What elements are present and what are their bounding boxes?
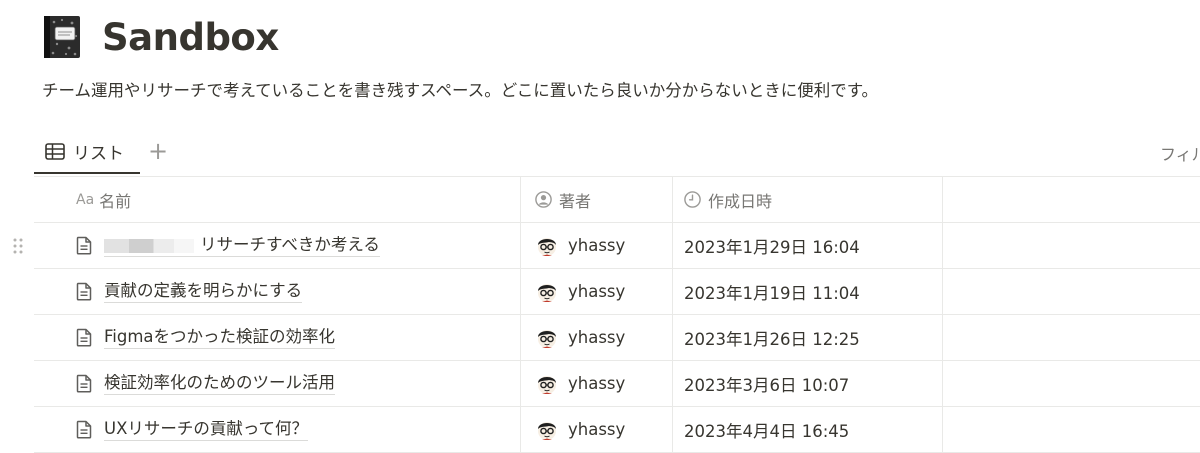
row-author-cell[interactable]: yhassy [520, 315, 672, 360]
author-name: yhassy [568, 328, 626, 347]
table-row[interactable]: 検証効率化のためのツール活用 yhassy 2023年3月6日 10:07 [34, 361, 1200, 407]
column-header-label: 作成日時 [708, 191, 773, 211]
author-name: yhassy [568, 282, 626, 301]
created-time: 2023年1月19日 11:04 [684, 283, 860, 303]
row-title-link[interactable]: Figmaをつかった検証の効率化 [104, 326, 336, 349]
page-description[interactable]: チーム運用やリサーチで考えていることを書き残すスペース。どこに置いたら良いか分か… [42, 77, 878, 101]
row-author-cell[interactable]: yhassy [520, 223, 672, 268]
avatar [535, 418, 559, 442]
row-created-cell[interactable]: 2023年1月19日 11:04 [672, 269, 942, 314]
person-icon [535, 191, 552, 208]
redacted-text [104, 238, 194, 253]
author-name: yhassy [568, 236, 626, 255]
row-created-cell[interactable]: 2023年4月4日 16:45 [672, 407, 942, 452]
row-title-text: リサーチすべきか考える [200, 235, 380, 254]
avatar [535, 280, 559, 304]
row-title-link[interactable]: 検証効率化のためのツール活用 [104, 372, 335, 395]
row-author-cell[interactable]: yhassy [520, 361, 672, 406]
drag-handle-icon[interactable] [12, 237, 24, 255]
table-row[interactable]: リサーチすべきか考える yhassy 2023年1月29日 16:04 [13, 223, 1200, 269]
row-created-cell[interactable]: 2023年3月6日 10:07 [672, 361, 942, 406]
created-time: 2023年1月26日 12:25 [684, 329, 860, 349]
created-time: 2023年4月4日 16:45 [684, 421, 850, 441]
document-icon [76, 374, 92, 393]
row-empty-cell[interactable] [942, 315, 1200, 360]
row-title-cell[interactable]: UXリサーチの貢献って何？ [34, 407, 520, 452]
document-icon [76, 328, 92, 347]
filter-button[interactable]: フィルタ [1160, 141, 1200, 165]
tab-list-label: リスト [73, 144, 124, 164]
column-header-label: 名前 [99, 191, 132, 211]
table-row[interactable]: Figmaをつかった検証の効率化 yhassy 2023年1月26日 12:25 [34, 315, 1200, 361]
row-title-cell[interactable]: 貢献の定義を明らかにする [34, 269, 520, 314]
row-title-link[interactable]: リサーチすべきか考える [104, 234, 380, 257]
page-title[interactable]: Sandbox [102, 16, 279, 59]
avatar [535, 234, 559, 258]
row-title-cell[interactable]: 検証効率化のためのツール活用 [34, 361, 520, 406]
author-name: yhassy [568, 374, 626, 393]
row-created-cell[interactable]: 2023年1月26日 12:25 [672, 315, 942, 360]
row-author-cell[interactable]: yhassy [520, 269, 672, 314]
row-empty-cell[interactable] [942, 269, 1200, 314]
row-empty-cell[interactable] [942, 361, 1200, 406]
column-header-author[interactable]: 著者 [520, 177, 672, 222]
row-title-cell[interactable]: リサーチすべきか考える [34, 223, 520, 268]
row-empty-cell[interactable] [942, 223, 1200, 268]
table-header: Aa 名前 著者 作成日時 [34, 177, 1200, 223]
row-title-link[interactable]: UXリサーチの貢献って何？ [104, 418, 309, 441]
column-header-empty[interactable] [942, 177, 1200, 222]
document-icon [76, 236, 92, 255]
view-tabs: リスト + フィルタ [34, 131, 1200, 176]
add-view-button[interactable]: + [148, 137, 168, 165]
table-row[interactable]: UXリサーチの貢献って何？ yhassy 2023年4月4日 16:45 [34, 407, 1200, 453]
database-table: Aa 名前 著者 作成日時 リサーチすべきか考える yhassy 2023年1月… [13, 176, 1200, 453]
composition-notebook-icon[interactable] [42, 14, 82, 60]
column-header-created[interactable]: 作成日時 [672, 177, 942, 222]
row-created-cell[interactable]: 2023年1月29日 16:04 [672, 223, 942, 268]
avatar [535, 372, 559, 396]
document-icon [76, 420, 92, 439]
row-author-cell[interactable]: yhassy [520, 407, 672, 452]
row-title-cell[interactable]: Figmaをつかった検証の効率化 [34, 315, 520, 360]
created-time: 2023年3月6日 10:07 [684, 375, 850, 395]
row-empty-cell[interactable] [942, 407, 1200, 452]
clock-icon [684, 191, 701, 208]
created-time: 2023年1月29日 16:04 [684, 237, 860, 257]
table-row[interactable]: 貢献の定義を明らかにする yhassy 2023年1月19日 11:04 [34, 269, 1200, 315]
author-name: yhassy [568, 420, 626, 439]
tab-list[interactable]: リスト [34, 131, 140, 174]
row-title-link[interactable]: 貢献の定義を明らかにする [104, 280, 303, 303]
table-icon [45, 143, 65, 160]
page-header: Sandbox [42, 14, 279, 60]
text-property-icon: Aa [76, 191, 95, 208]
avatar [535, 326, 559, 350]
document-icon [76, 282, 92, 301]
column-header-name[interactable]: Aa 名前 [34, 177, 520, 222]
column-header-label: 著者 [559, 191, 592, 211]
